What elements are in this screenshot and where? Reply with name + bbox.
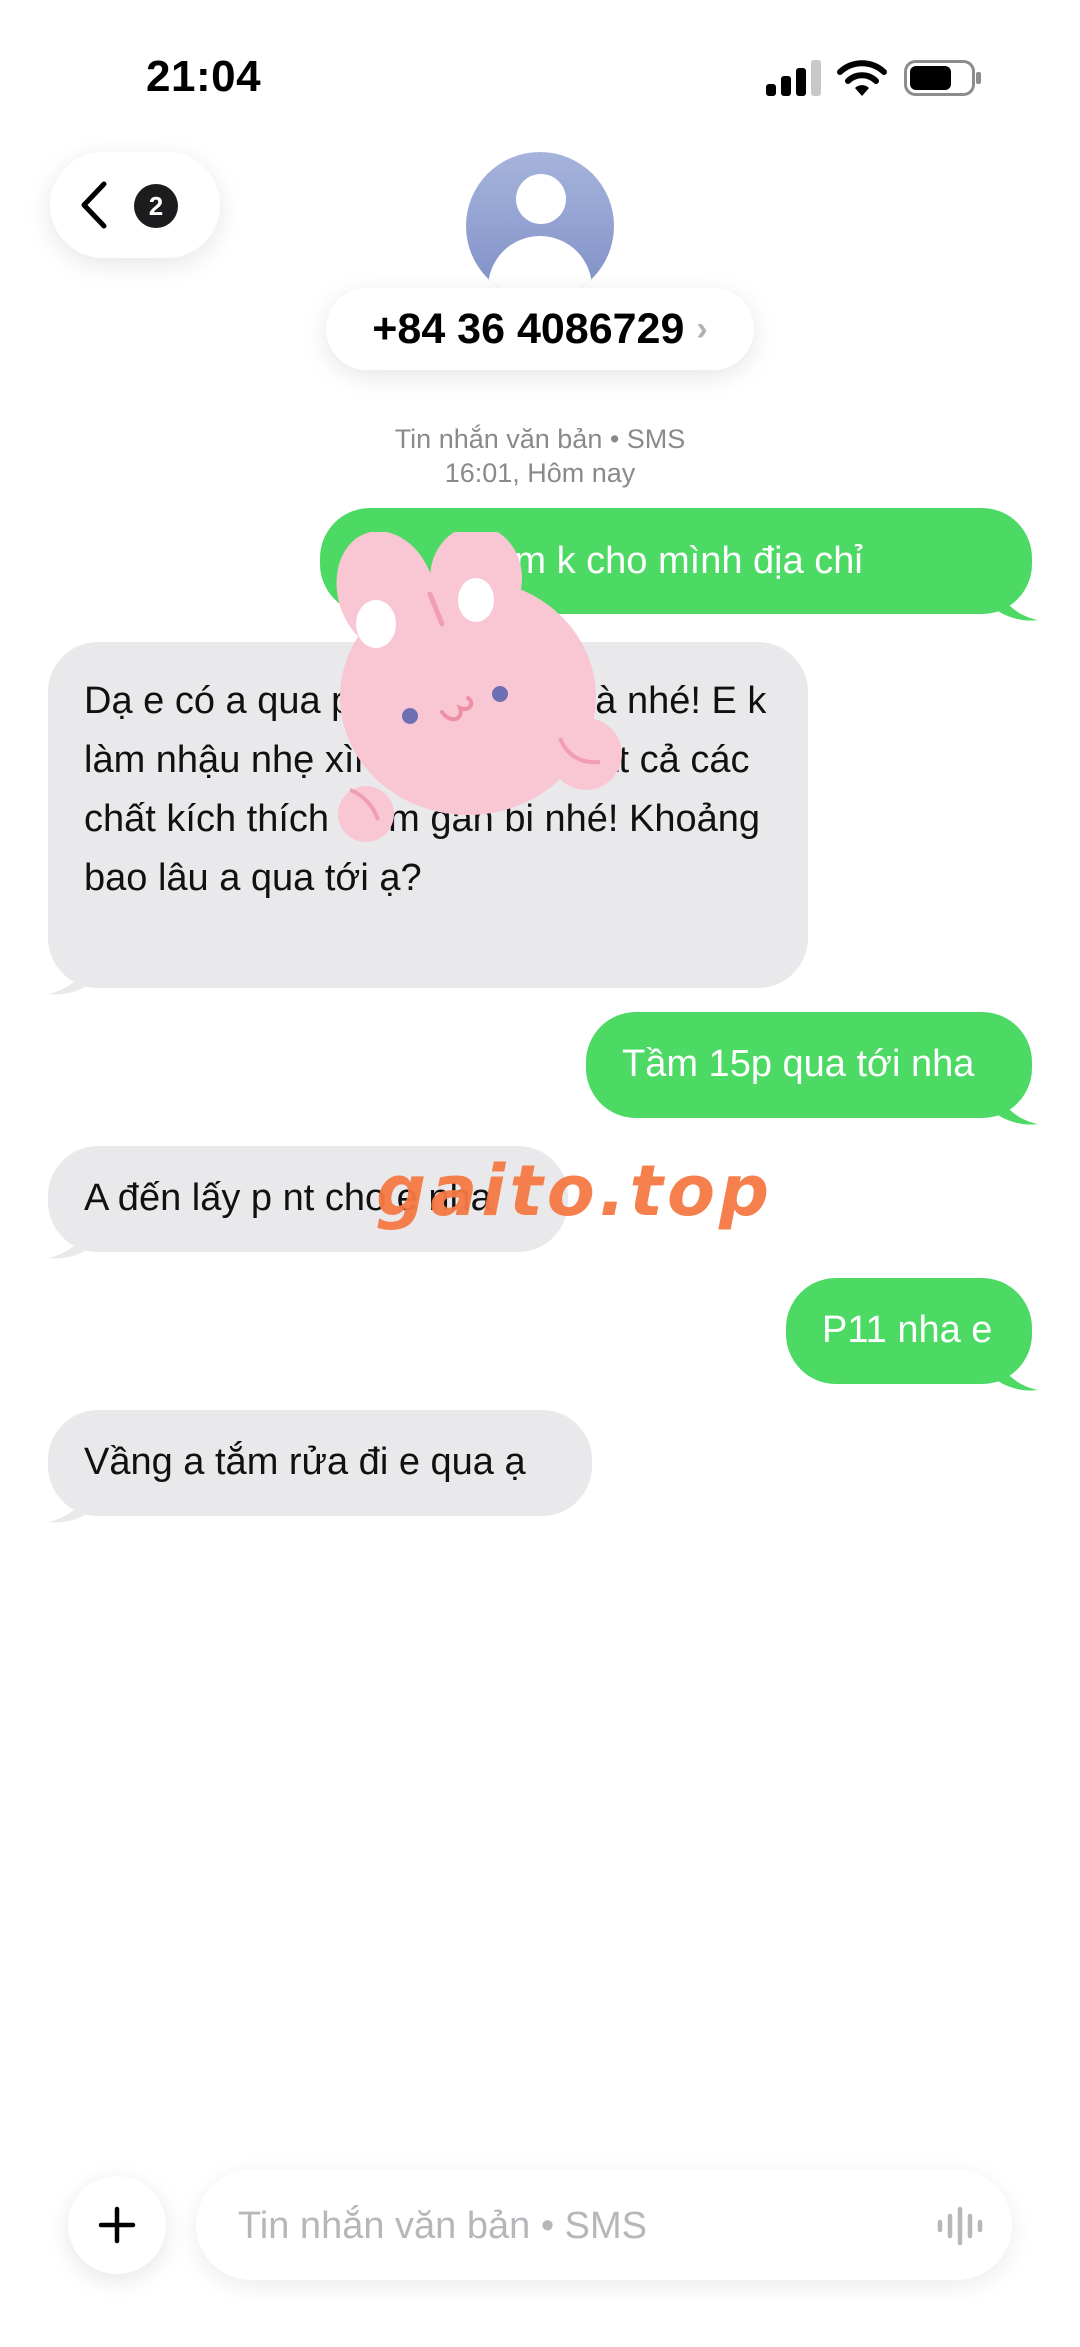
conversation-timestamp: 16:01, Hôm nay (444, 458, 636, 488)
watermark-text: gaito.top (376, 1150, 774, 1232)
battery-icon (904, 60, 981, 96)
cellular-signal-icon (766, 60, 822, 96)
conversation-channel: Tin nhắn văn bản • SMS (394, 424, 686, 454)
contact-details-button[interactable]: +84 36 4086729 › (326, 288, 754, 370)
message-input[interactable] (236, 2170, 900, 2282)
status-time: 21:04 (146, 52, 262, 101)
bubble-tail (994, 1088, 1038, 1125)
bubble-tail (48, 1486, 92, 1523)
bubble-tail (994, 1354, 1038, 1391)
bubble-tail (48, 1222, 92, 1259)
add-attachment-button[interactable] (68, 2176, 166, 2274)
avatar-person-icon (516, 174, 566, 224)
bubble-tail (48, 958, 92, 995)
wifi-icon (837, 60, 887, 96)
pink-bunny-sticker (336, 532, 622, 842)
waveform-icon[interactable] (936, 2206, 984, 2246)
plus-icon (98, 2206, 136, 2244)
outgoing-message[interactable]: Tầm 15p qua tới nha (586, 1012, 1032, 1118)
message-composer[interactable] (196, 2170, 1012, 2282)
incoming-message[interactable]: Vầng a tắm rửa đi e qua ạ (48, 1410, 592, 1516)
contact-phone-number: +84 36 4086729 (372, 304, 685, 353)
chevron-left-icon (81, 181, 107, 229)
contact-avatar[interactable] (466, 152, 614, 300)
chevron-right-icon: › (696, 309, 708, 348)
unread-count-badge: 2 (134, 184, 178, 228)
bubble-tail (994, 584, 1038, 621)
